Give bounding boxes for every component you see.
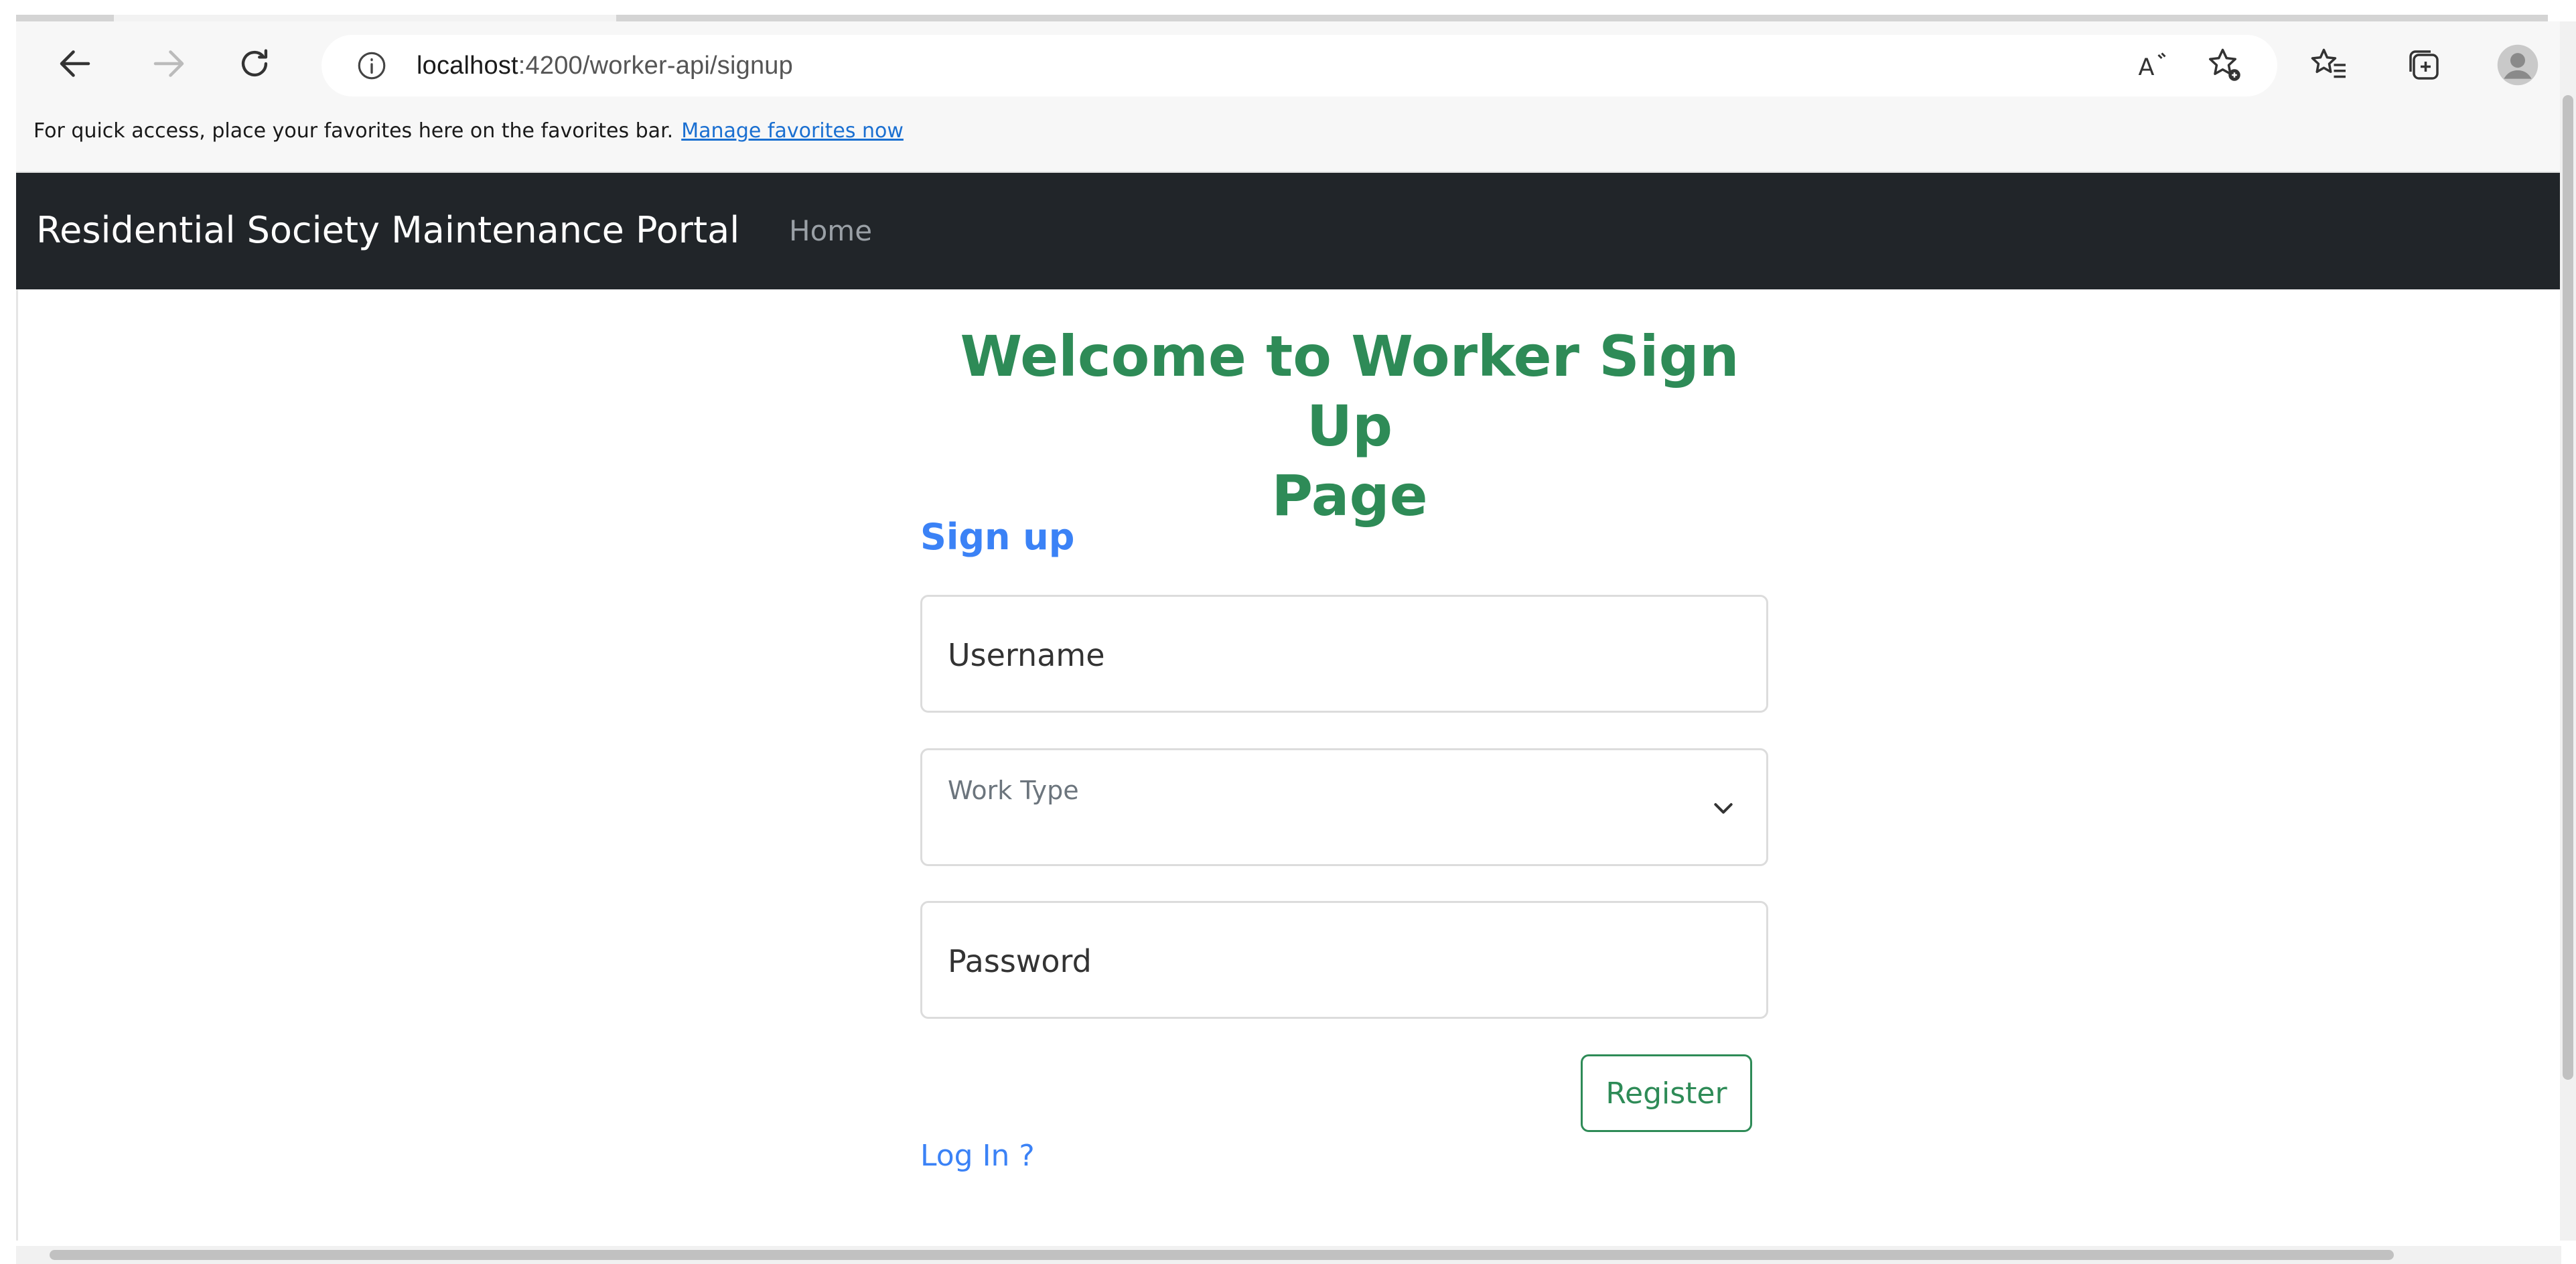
work-type-select[interactable]: Work Type xyxy=(920,748,1768,866)
add-favorite-icon[interactable] xyxy=(2201,42,2248,88)
work-type-label: Work Type xyxy=(948,776,1079,805)
left-edge-line xyxy=(16,289,18,1241)
favorites-prompt-text: For quick access, place your favorites h… xyxy=(33,119,674,143)
signup-form-title: Sign up xyxy=(920,516,1075,558)
chevron-down-icon xyxy=(1710,794,1737,821)
password-placeholder: Password xyxy=(948,943,1092,979)
back-arrow-icon[interactable] xyxy=(48,37,102,90)
address-bar[interactable]: localhost:4200/worker-api/signup xyxy=(321,35,2277,96)
left-window-edge xyxy=(0,15,16,1247)
login-link[interactable]: Log In ? xyxy=(920,1139,1035,1173)
register-button[interactable]: Register xyxy=(1581,1054,1752,1132)
horizontal-scrollbar[interactable] xyxy=(16,1246,2561,1264)
username-input[interactable]: Username xyxy=(920,595,1768,713)
window-top-strip xyxy=(0,0,2576,21)
vertical-scrollbar-thumb[interactable] xyxy=(2563,95,2573,1080)
refresh-icon[interactable] xyxy=(228,37,281,90)
read-aloud-icon[interactable]: A xyxy=(2130,42,2177,88)
collections-icon[interactable] xyxy=(2401,42,2447,88)
favorites-prompt: For quick access, place your favorites h… xyxy=(33,119,904,143)
manage-favorites-link[interactable]: Manage favorites now xyxy=(681,119,904,143)
active-tab-highlight xyxy=(114,15,616,21)
page-heading-line1: Welcome to Worker Sign Up xyxy=(960,324,1739,459)
url-host: localhost xyxy=(417,51,518,80)
url-path: :4200/worker-api/signup xyxy=(518,51,793,80)
browser-window: localhost:4200/worker-api/signup A For q… xyxy=(0,0,2576,1264)
nav-link-home[interactable]: Home xyxy=(789,214,872,247)
url-text: localhost:4200/worker-api/signup xyxy=(417,52,793,80)
favorites-icon[interactable] xyxy=(2305,42,2352,88)
page-heading: Welcome to Worker Sign Up Page xyxy=(924,322,1775,531)
forward-arrow-icon[interactable] xyxy=(142,37,196,90)
svg-text:A: A xyxy=(2139,54,2155,81)
vertical-scrollbar[interactable] xyxy=(2560,21,2576,1241)
horizontal-scrollbar-thumb[interactable] xyxy=(50,1250,2394,1260)
username-placeholder: Username xyxy=(948,637,1105,673)
profile-avatar-icon[interactable] xyxy=(2494,42,2541,88)
navbar-brand[interactable]: Residential Society Maintenance Portal xyxy=(36,209,739,251)
password-input[interactable]: Password xyxy=(920,901,1768,1019)
info-icon[interactable] xyxy=(355,49,388,82)
